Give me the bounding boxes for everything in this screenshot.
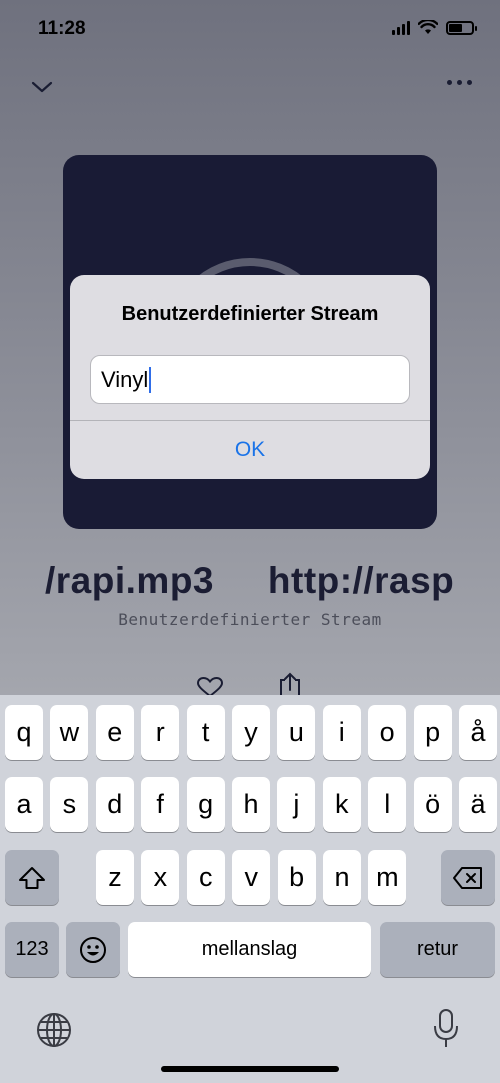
status-bar: 11:28 [0,0,500,60]
key-s[interactable]: s [50,777,89,832]
key-p[interactable]: p [413,705,452,760]
key-f[interactable]: f [141,777,180,832]
key-v[interactable]: v [232,850,271,905]
key-b[interactable]: b [277,850,316,905]
key-m[interactable]: m [368,850,407,905]
key-c[interactable]: c [186,850,225,905]
share-icon[interactable] [276,672,304,696]
key-d[interactable]: d [95,777,134,832]
keyboard: qwertyuiopå asdfghjklöä zxcvbnm 123 mell… [0,695,500,1083]
delete-icon [453,866,482,889]
custom-stream-dialog: Benutzerdefinierter Stream Vinyl OK [70,275,430,479]
key-ä[interactable]: ä [459,777,497,832]
space-key[interactable]: mellanslag [128,922,371,977]
key-x[interactable]: x [141,850,180,905]
key-n[interactable]: n [323,850,361,905]
home-indicator [161,1066,339,1072]
delete-key[interactable] [441,850,495,905]
track-subtitle: Benutzerdefinierter Stream [118,610,382,629]
more-icon[interactable] [447,80,472,85]
key-e[interactable]: e [95,705,134,760]
key-j[interactable]: j [277,777,316,832]
return-key[interactable]: retur [380,922,495,977]
chevron-down-icon[interactable] [30,78,54,96]
microphone-icon[interactable] [432,1008,460,1050]
key-a[interactable]: a [5,777,43,832]
key-å[interactable]: å [459,705,497,760]
ok-button[interactable]: OK [70,421,430,479]
key-i[interactable]: i [322,705,361,760]
key-k[interactable]: k [322,777,361,832]
stream-name-input[interactable]: Vinyl [90,355,410,404]
numbers-key[interactable]: 123 [5,922,59,977]
key-y[interactable]: y [232,705,270,760]
wifi-icon [418,20,438,34]
key-h[interactable]: h [232,777,270,832]
shift-icon [19,866,45,889]
text-caret [149,366,152,393]
dialog-title: Benutzerdefinierter Stream [121,303,379,325]
key-o[interactable]: o [368,705,407,760]
key-g[interactable]: g [186,777,225,832]
emoji-icon [80,936,106,963]
heart-icon[interactable] [196,677,224,697]
status-time: 11:28 [38,18,86,39]
key-t[interactable]: t [186,705,225,760]
signal-icon [392,20,410,35]
key-r[interactable]: r [141,705,180,760]
key-u[interactable]: u [277,705,316,760]
emoji-key[interactable] [66,922,120,977]
status-icons [392,20,477,35]
shift-key[interactable] [5,850,59,905]
track-title-marquee: /rapi.mp3 http://rasp [0,560,500,610]
input-value: Vinyl [101,366,149,392]
battery-icon [446,20,477,35]
globe-icon[interactable] [35,1011,73,1049]
key-z[interactable]: z [96,850,134,905]
key-ö[interactable]: ö [413,777,452,832]
key-w[interactable]: w [50,705,89,760]
key-q[interactable]: q [5,705,43,760]
key-l[interactable]: l [368,777,407,832]
track-title: /rapi.mp3 http://rasp [45,560,455,601]
